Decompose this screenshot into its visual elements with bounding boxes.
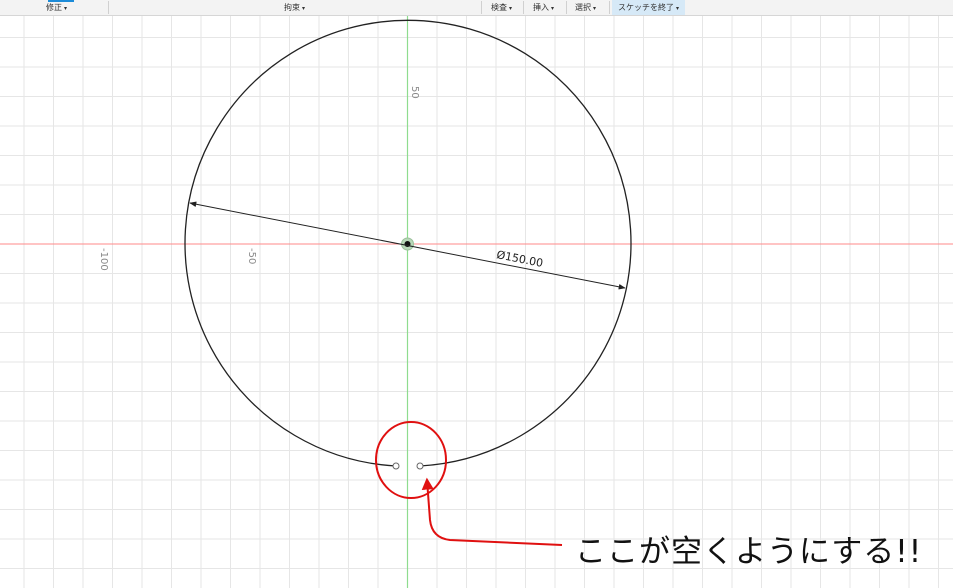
insert-label: 挿入 (533, 3, 549, 12)
sketch-grid (0, 16, 953, 588)
finish-sketch-button[interactable]: スケッチを終了 ▾ (612, 0, 686, 15)
inspect-menu[interactable]: 検査 ▾ (485, 0, 518, 15)
toolbar-divider (108, 1, 109, 14)
axis-label-neg50: -50 (246, 248, 257, 264)
constraints-label: 拘束 (284, 3, 300, 12)
inspect-label: 検査 (491, 3, 507, 12)
diameter-dimension-value[interactable]: Ø150.00 (495, 248, 544, 270)
toolbar-divider (566, 1, 567, 14)
chevron-down-icon: ▾ (509, 5, 513, 12)
modify-menu[interactable]: 修正 ▾ (40, 0, 73, 15)
highlight-circle (375, 421, 447, 499)
chevron-down-icon: ▾ (551, 5, 555, 12)
toolbar-divider (523, 1, 524, 14)
select-label: 選択 (575, 3, 591, 12)
insert-menu[interactable]: 挿入 ▾ (527, 0, 560, 15)
arc-endpoint-right[interactable] (416, 462, 424, 470)
chevron-down-icon: ▾ (64, 5, 68, 12)
modify-label: 修正 (46, 3, 62, 12)
sketch-toolbar: 修正 ▾ 拘束 ▾ 検査 ▾ 挿入 ▾ 選択 ▾ スケッチを終了 ▾ (0, 0, 953, 16)
chevron-down-icon: ▾ (593, 5, 597, 12)
sketch-canvas[interactable]: 50 -50 -100 Ø150.00 (0, 16, 953, 588)
toolbar-divider (481, 1, 482, 14)
axis-label-neg100: -100 (98, 248, 109, 271)
chevron-down-icon: ▾ (302, 5, 306, 12)
annotation-text: ここが空くようにする!! (575, 534, 923, 570)
toolbar-divider (609, 1, 610, 14)
finish-sketch-label: スケッチを終了 (618, 3, 674, 12)
arc-endpoint-left[interactable] (392, 462, 400, 470)
chevron-down-icon: ▾ (676, 5, 680, 12)
axis-label-50: 50 (409, 86, 420, 99)
annotation-arrow (421, 477, 563, 546)
constraints-menu[interactable]: 拘束 ▾ (278, 0, 311, 15)
select-menu[interactable]: 選択 ▾ (569, 0, 602, 15)
